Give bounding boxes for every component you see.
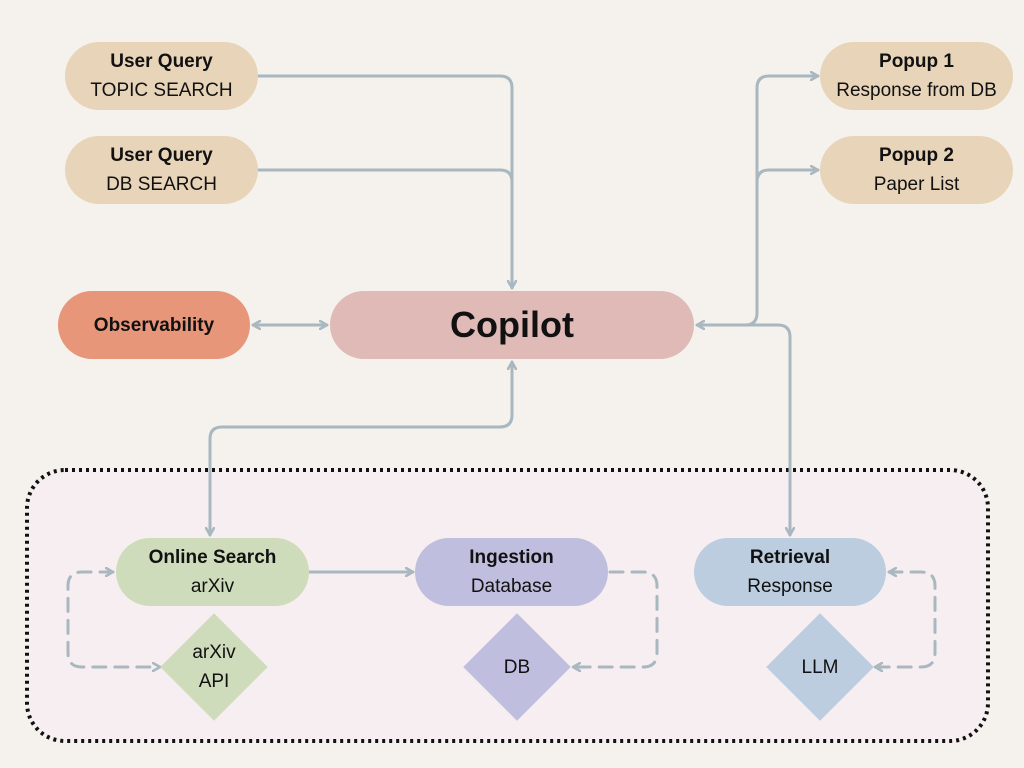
- node-title: Online Search: [148, 547, 277, 568]
- copilot-node: Copilot: [330, 291, 694, 359]
- diamond-line1: DB: [503, 656, 531, 678]
- node-title: User Query: [110, 145, 213, 166]
- ingestion-node: Ingestion Database: [415, 538, 608, 606]
- edge-topic-to-copilot: [256, 74, 512, 290]
- edge-db-to-copilot: [256, 168, 514, 184]
- node-subtitle: Paper List: [873, 174, 960, 195]
- user-query-topic-node: User Query TOPIC SEARCH: [65, 42, 258, 110]
- popup1-node: Popup 1 Response from DB: [820, 42, 1013, 110]
- diamond-line2: API: [198, 671, 230, 692]
- node-title: User Query: [110, 51, 213, 72]
- online-search-node: Online Search arXiv: [116, 538, 309, 606]
- node-title: Popup 1: [879, 51, 954, 72]
- llm-label: LLM: [765, 612, 875, 722]
- node-title: Ingestion: [469, 547, 554, 568]
- diamond-line1: LLM: [801, 656, 839, 678]
- retrieval-node: Retrieval Response: [694, 538, 886, 606]
- node-title: Retrieval: [749, 547, 831, 568]
- edge-copilot-to-popup2: [755, 170, 820, 184]
- node-title: Popup 2: [879, 145, 954, 166]
- node-title: Copilot: [450, 304, 574, 345]
- node-subtitle: DB SEARCH: [106, 174, 217, 195]
- node-subtitle: arXiv: [190, 576, 235, 597]
- diamond-line1: arXiv: [192, 642, 236, 663]
- node-subtitle: Response: [747, 576, 833, 597]
- popup2-node: Popup 2 Paper List: [820, 136, 1013, 204]
- node-subtitle: Database: [470, 576, 553, 597]
- node-title: Observability: [93, 314, 215, 336]
- observability-node: Observability: [58, 291, 250, 359]
- node-subtitle: Response from DB: [836, 80, 997, 101]
- edge-copilot-to-popup1: [695, 76, 820, 325]
- node-subtitle: TOPIC SEARCH: [90, 80, 233, 101]
- db-label: DB: [462, 612, 572, 722]
- arxiv-api-label: arXiv API: [159, 612, 269, 722]
- user-query-db-node: User Query DB SEARCH: [65, 136, 258, 204]
